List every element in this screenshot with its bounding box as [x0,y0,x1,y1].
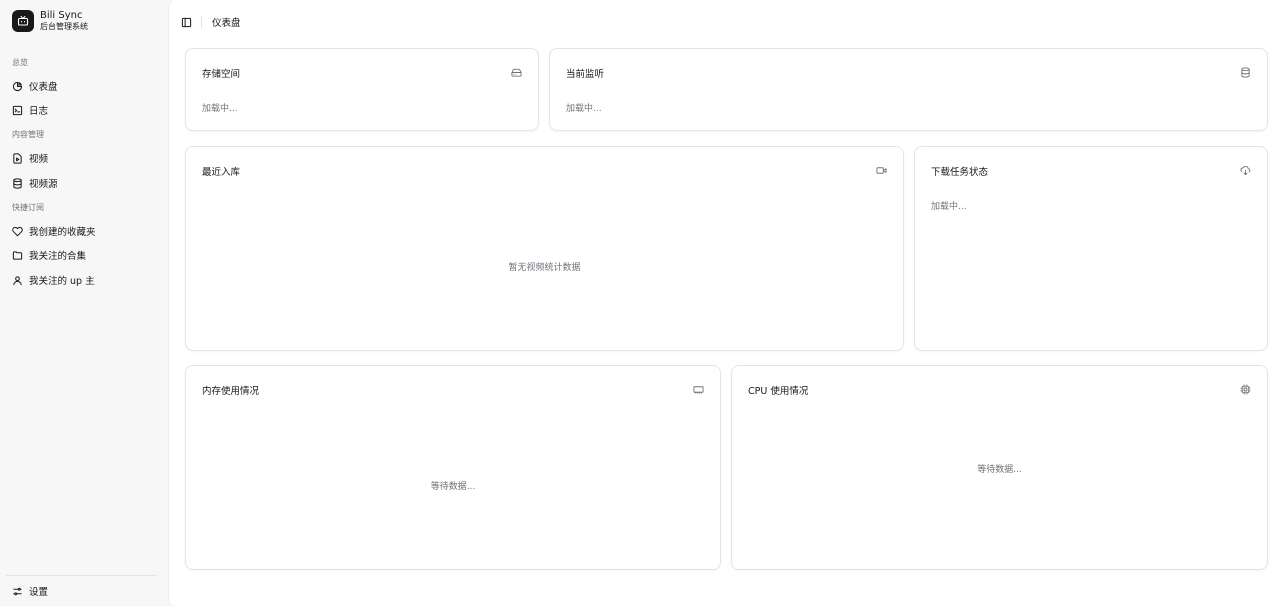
topbar-separator [201,16,202,28]
sidebar-item-label: 仪表盘 [29,82,58,93]
sidebar-item-label: 我创建的收藏夹 [29,227,96,238]
folder-icon [12,250,23,260]
sidebar-item-videos[interactable]: 视频 [12,150,48,166]
card-title: 下载任务状态 [931,167,989,178]
breadcrumb: 仪表盘 [212,18,241,29]
sidebar-item-label: 我关注的合集 [29,251,87,262]
card-title: 内存使用情况 [202,386,260,397]
group-label-overview: 总览 [12,58,28,67]
memory-stick-icon [693,386,704,394]
sidebar-item-logs[interactable]: 日志 [12,102,48,118]
terminal-icon [12,105,23,115]
sidebar-item-my-favorites[interactable]: 我创建的收藏夹 [12,223,96,239]
tv-logo-icon [12,10,34,32]
user-icon [13,275,22,285]
main-content: 仪表盘 存储空间 加载中... 当前监听 加载中... 最近入库 暂无视频统计数… [168,0,1280,606]
database-icon [1241,67,1250,78]
cpu-usage-card: CPU 使用情况 等待数据... [731,365,1268,570]
brand[interactable]: Bili Sync 后台管理系统 [12,10,88,32]
sidebar: Bili Sync 后台管理系统 总览 仪表盘 日志 内容管理 视频 视频源 快… [0,0,168,606]
sidebar-toggle-button[interactable] [181,17,192,28]
sidebar-divider [6,575,157,576]
sidebar-item-label: 设置 [29,587,49,598]
hard-drive-icon [511,68,522,77]
sidebar-item-video-sources[interactable]: 视频源 [12,175,58,191]
empty-state-text: 等待数据... [977,465,1022,475]
card-title: 存储空间 [202,69,241,80]
sidebar-item-label: 我关注的 up 主 [29,276,95,287]
recent-videos-card: 最近入库 暂无视频统计数据 [185,146,904,351]
card-status: 加载中... [566,104,602,114]
monitor-card: 当前监听 加载中... [549,48,1268,131]
panel-left-icon [181,17,192,27]
card-title: CPU 使用情况 [748,386,809,397]
memory-usage-card: 内存使用情况 等待数据... [185,365,721,570]
video-camera-icon [876,167,887,174]
group-label-content: 内容管理 [12,130,44,139]
sidebar-item-label: 视频 [29,154,49,165]
card-status: 加载中... [202,104,238,114]
pie-chart-icon [12,81,23,91]
brand-name: Bili Sync [40,10,83,21]
cpu-icon [1240,384,1251,395]
database-icon [13,177,22,189]
cloud-download-icon [1240,165,1251,176]
group-label-subscriptions: 快捷订阅 [12,203,44,212]
card-title: 最近入库 [202,167,241,178]
empty-state-text: 暂无视频统计数据 [508,263,581,273]
sidebar-item-followed-collections[interactable]: 我关注的合集 [12,247,86,263]
sidebar-item-settings[interactable]: 设置 [12,583,48,599]
sidebar-item-dashboard[interactable]: 仪表盘 [12,78,58,94]
settings-sliders-icon [13,587,22,595]
file-video-icon [13,152,22,164]
empty-state-text: 等待数据... [430,482,476,492]
topbar: 仪表盘 [181,14,241,30]
card-status: 加载中... [931,202,967,212]
sidebar-item-label: 视频源 [29,179,58,190]
sidebar-item-followed-uploaders[interactable]: 我关注的 up 主 [12,272,95,288]
heart-icon [12,226,23,236]
download-status-card: 下载任务状态 加载中... [914,146,1268,351]
storage-card: 存储空间 加载中... [185,48,539,131]
sidebar-item-label: 日志 [29,106,49,117]
brand-subtitle: 后台管理系统 [40,22,88,31]
card-title: 当前监听 [566,69,605,80]
